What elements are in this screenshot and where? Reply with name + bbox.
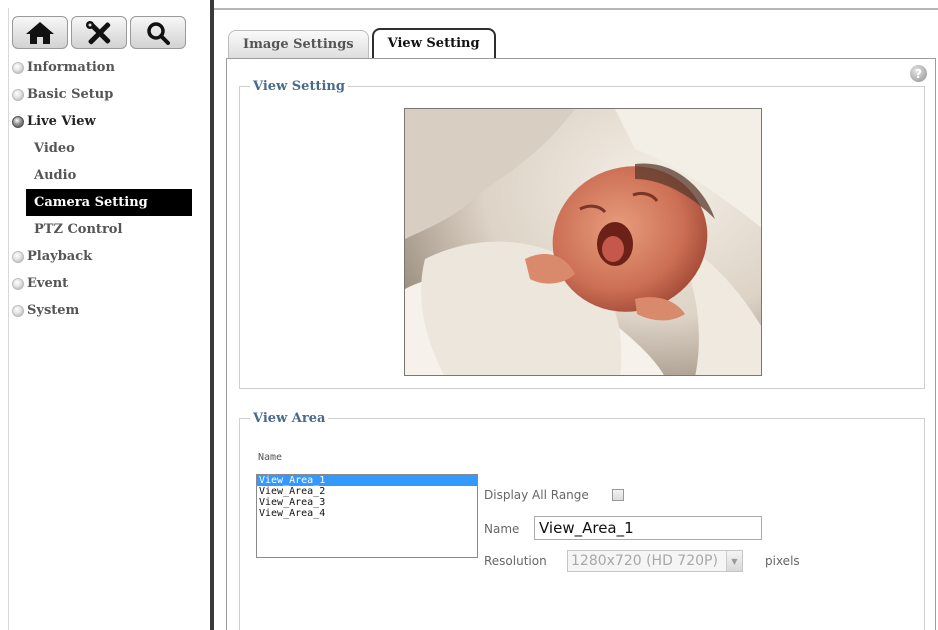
sidebar-item-playback[interactable]: Playback [12,243,192,270]
sidebar-item-label: Basic Setup [27,87,114,102]
list-item[interactable]: View_Area_4 [257,508,477,519]
sidebar-item-basic-setup[interactable]: Basic Setup [12,81,192,108]
home-icon [26,21,54,44]
sidebar-divider [210,0,214,630]
view-name-field[interactable] [534,516,762,540]
list-item[interactable]: View_Area_3 [257,497,477,508]
tools-icon [86,20,111,44]
home-button[interactable] [12,16,68,49]
bullet-icon [12,277,24,290]
baby-photo [405,109,761,375]
sidebar-item-label: System [27,303,80,318]
display-all-range-label: Display All Range [484,488,589,502]
sidebar-item-live-view[interactable]: Live View [12,108,192,135]
view-area-group: View Area Name View_Area_1 View_Area_2 V… [239,411,925,630]
display-all-range-checkbox[interactable] [612,489,624,501]
bullet-icon [12,115,24,128]
view-setting-group: View Setting [239,79,925,389]
tab-image-settings[interactable]: Image Settings [228,30,369,58]
view-area-listbox[interactable]: View_Area_1 View_Area_2 View_Area_3 View… [256,474,478,558]
resolution-unit: pixels [765,554,800,568]
tab-view-setting[interactable]: View Setting [371,28,496,58]
sidebar-menu: Information Basic Setup Live View Video … [12,54,192,324]
camera-preview-image [404,108,762,376]
bullet-icon [12,304,24,317]
resolution-select[interactable]: 1280x720 (HD 720P) ▼ [567,550,743,572]
chevron-down-icon: ▼ [726,551,742,571]
tools-button[interactable] [71,16,127,49]
tab-bar: Image Settings View Setting [228,28,496,58]
sidebar-item-system[interactable]: System [12,297,192,324]
toolbar [12,16,186,49]
sidebar-item-label: Event [27,276,69,291]
name-column-header: Name [258,452,283,463]
list-item[interactable]: View_Area_1 [257,475,477,486]
sidebar-item-information[interactable]: Information [12,54,192,81]
resolution-label: Resolution [484,554,547,568]
sidebar-subitem-video[interactable]: Video [12,135,192,162]
view-area-legend: View Area [253,411,326,426]
sidebar-subitem-audio[interactable]: Audio [12,162,192,189]
sidebar-item-label: Information [27,60,115,75]
name-label: Name [484,522,520,536]
list-item[interactable]: View_Area_2 [257,486,477,497]
resolution-value: 1280x720 (HD 720P) [571,553,718,569]
search-button[interactable] [130,16,186,49]
sidebar-item-label: Live View [27,114,96,129]
sidebar-subitem-ptz-control[interactable]: PTZ Control [12,216,192,243]
bullet-icon [12,250,24,263]
bullet-icon [12,88,24,101]
sidebar-item-event[interactable]: Event [12,270,192,297]
search-icon [147,21,170,45]
bullet-icon [12,61,24,74]
sidebar-subitem-camera-setting[interactable]: Camera Setting [26,189,192,216]
view-setting-legend: View Setting [253,79,345,94]
main-panel: ? View Setting View Area Name View_Area_… [226,58,936,630]
top-border [214,8,938,10]
sidebar-item-label: Playback [27,249,93,264]
